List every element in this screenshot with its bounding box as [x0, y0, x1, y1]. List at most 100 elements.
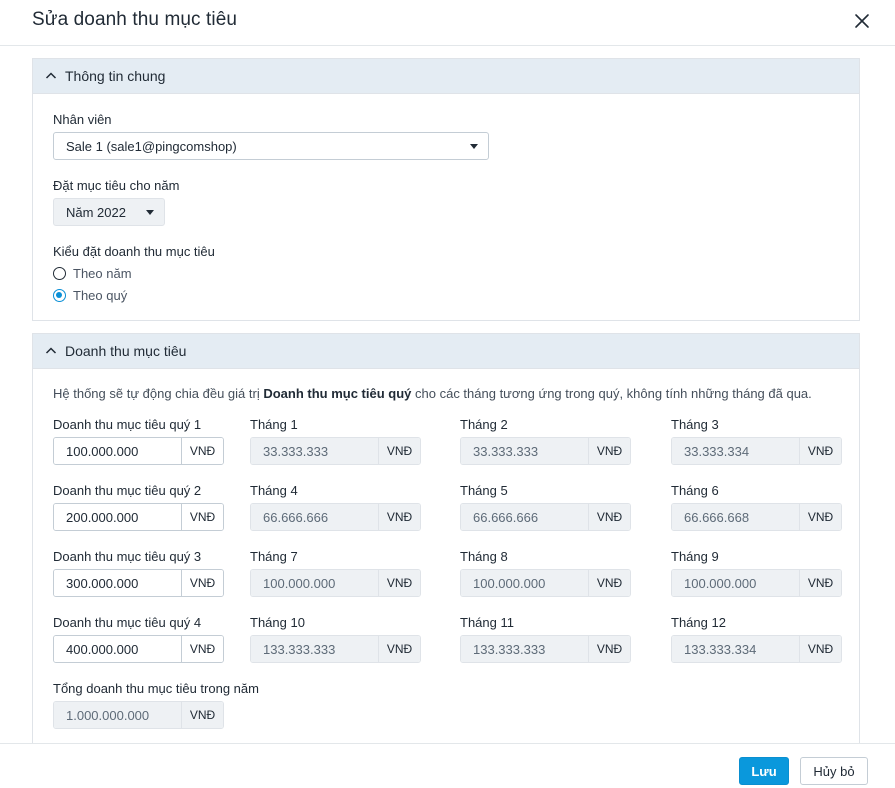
chevron-up-icon: [45, 347, 57, 354]
month-8-value: 100.000.000: [461, 570, 588, 596]
month-9-field: 100.000.000 VNĐ: [671, 569, 842, 597]
target-revenue-section: Doanh thu mục tiêu Hệ thống sẽ tự động c…: [32, 333, 860, 743]
target-revenue-title: Doanh thu mục tiêu: [65, 343, 187, 359]
month-10-value: 133.333.333: [251, 636, 378, 662]
currency-unit: VNĐ: [799, 504, 841, 530]
chevron-up-icon: [45, 72, 57, 79]
month-5-field: 66.666.666 VNĐ: [460, 503, 631, 531]
caret-down-icon: [146, 210, 154, 215]
dialog-body: Thông tin chung Nhân viên Sale 1 (sale1@…: [0, 47, 895, 743]
month-8-field: 100.000.000 VNĐ: [460, 569, 631, 597]
currency-unit: VNĐ: [181, 636, 223, 662]
radio-button-checked[interactable]: [53, 289, 66, 302]
cancel-button[interactable]: Hủy bỏ: [800, 757, 868, 785]
general-info-title: Thông tin chung: [65, 68, 166, 84]
quarter-4-value[interactable]: 400.000.000: [54, 636, 181, 662]
dialog-title: Sửa doanh thu mục tiêu: [32, 9, 238, 30]
target-type-label: Kiểu đặt doanh thu mục tiêu: [53, 244, 215, 259]
month-2-field: 33.333.333 VNĐ: [460, 437, 631, 465]
close-icon[interactable]: [851, 10, 873, 32]
month-6-field: 66.666.668 VNĐ: [671, 503, 842, 531]
save-button[interactable]: Lưu: [739, 757, 789, 785]
quarter-2-label: Doanh thu mục tiêu quý 2: [53, 483, 202, 498]
month-1-label: Tháng 1: [250, 417, 298, 432]
quarter-4-input[interactable]: 400.000.000 VNĐ: [53, 635, 224, 663]
currency-unit: VNĐ: [588, 504, 630, 530]
month-2-label: Tháng 2: [460, 417, 508, 432]
quarter-1-value[interactable]: 100.000.000: [54, 438, 181, 464]
currency-unit: VNĐ: [378, 636, 420, 662]
currency-unit: VNĐ: [799, 570, 841, 596]
month-5-value: 66.666.666: [461, 504, 588, 530]
year-label: Đặt mục tiêu cho năm: [53, 178, 180, 193]
total-value: 1.000.000.000: [54, 702, 181, 728]
month-8-label: Tháng 8: [460, 549, 508, 564]
general-info-section: Thông tin chung Nhân viên Sale 1 (sale1@…: [32, 58, 860, 321]
month-3-label: Tháng 3: [671, 417, 719, 432]
total-label: Tổng doanh thu mục tiêu trong năm: [53, 681, 259, 696]
currency-unit: VNĐ: [588, 438, 630, 464]
month-10-label: Tháng 10: [250, 615, 305, 630]
employee-select-value: Sale 1 (sale1@pingcomshop): [66, 138, 237, 154]
month-12-value: 133.333.334: [672, 636, 799, 662]
employee-select[interactable]: Sale 1 (sale1@pingcomshop): [53, 132, 489, 160]
month-12-label: Tháng 12: [671, 615, 726, 630]
currency-unit: VNĐ: [588, 570, 630, 596]
year-select-value: Năm 2022: [66, 204, 126, 220]
quarter-4-label: Doanh thu mục tiêu quý 4: [53, 615, 202, 630]
currency-unit: VNĐ: [378, 504, 420, 530]
month-6-value: 66.666.668: [672, 504, 799, 530]
quarter-1-input[interactable]: 100.000.000 VNĐ: [53, 437, 224, 465]
currency-unit: VNĐ: [181, 438, 223, 464]
month-9-label: Tháng 9: [671, 549, 719, 564]
month-10-field: 133.333.333 VNĐ: [250, 635, 421, 663]
currency-unit: VNĐ: [378, 570, 420, 596]
radio-button[interactable]: [53, 267, 66, 280]
radio-label: Theo quý: [73, 288, 128, 303]
currency-unit: VNĐ: [799, 438, 841, 464]
month-3-field: 33.333.334 VNĐ: [671, 437, 842, 465]
month-7-label: Tháng 7: [250, 549, 298, 564]
quarter-1-label: Doanh thu mục tiêu quý 1: [53, 417, 202, 432]
month-7-field: 100.000.000 VNĐ: [250, 569, 421, 597]
dialog-header: Sửa doanh thu mục tiêu: [0, 0, 895, 46]
quarter-2-input[interactable]: 200.000.000 VNĐ: [53, 503, 224, 531]
radio-by-year[interactable]: Theo năm: [53, 266, 132, 281]
radio-by-quarter[interactable]: Theo quý: [53, 288, 127, 303]
quarter-3-value[interactable]: 300.000.000: [54, 570, 181, 596]
month-11-field: 133.333.333 VNĐ: [460, 635, 631, 663]
quarter-2-value[interactable]: 200.000.000: [54, 504, 181, 530]
currency-unit: VNĐ: [378, 438, 420, 464]
month-1-value: 33.333.333: [251, 438, 378, 464]
month-2-value: 33.333.333: [461, 438, 588, 464]
total-field: 1.000.000.000 VNĐ: [53, 701, 224, 729]
month-4-label: Tháng 4: [250, 483, 298, 498]
month-1-field: 33.333.333 VNĐ: [250, 437, 421, 465]
month-6-label: Tháng 6: [671, 483, 719, 498]
month-4-value: 66.666.666: [251, 504, 378, 530]
edit-target-revenue-dialog: Sửa doanh thu mục tiêu Thông tin chung N…: [0, 0, 895, 788]
radio-label: Theo năm: [73, 266, 132, 281]
currency-unit: VNĐ: [181, 504, 223, 530]
auto-split-note: Hệ thống sẽ tự động chia đều giá trị Doa…: [53, 386, 812, 401]
currency-unit: VNĐ: [181, 702, 223, 728]
employee-label: Nhân viên: [53, 112, 112, 127]
quarter-3-input[interactable]: 300.000.000 VNĐ: [53, 569, 224, 597]
general-info-header[interactable]: Thông tin chung: [33, 59, 859, 94]
month-12-field: 133.333.334 VNĐ: [671, 635, 842, 663]
month-11-value: 133.333.333: [461, 636, 588, 662]
month-4-field: 66.666.666 VNĐ: [250, 503, 421, 531]
month-11-label: Tháng 11: [460, 615, 514, 630]
month-3-value: 33.333.334: [672, 438, 799, 464]
caret-down-icon: [470, 144, 478, 149]
month-5-label: Tháng 5: [460, 483, 508, 498]
month-9-value: 100.000.000: [672, 570, 799, 596]
year-select[interactable]: Năm 2022: [53, 198, 165, 226]
quarter-3-label: Doanh thu mục tiêu quý 3: [53, 549, 202, 564]
currency-unit: VNĐ: [588, 636, 630, 662]
currency-unit: VNĐ: [799, 636, 841, 662]
month-7-value: 100.000.000: [251, 570, 378, 596]
target-revenue-header[interactable]: Doanh thu mục tiêu: [33, 334, 859, 369]
currency-unit: VNĐ: [181, 570, 223, 596]
dialog-footer: Lưu Hủy bỏ: [0, 743, 895, 788]
